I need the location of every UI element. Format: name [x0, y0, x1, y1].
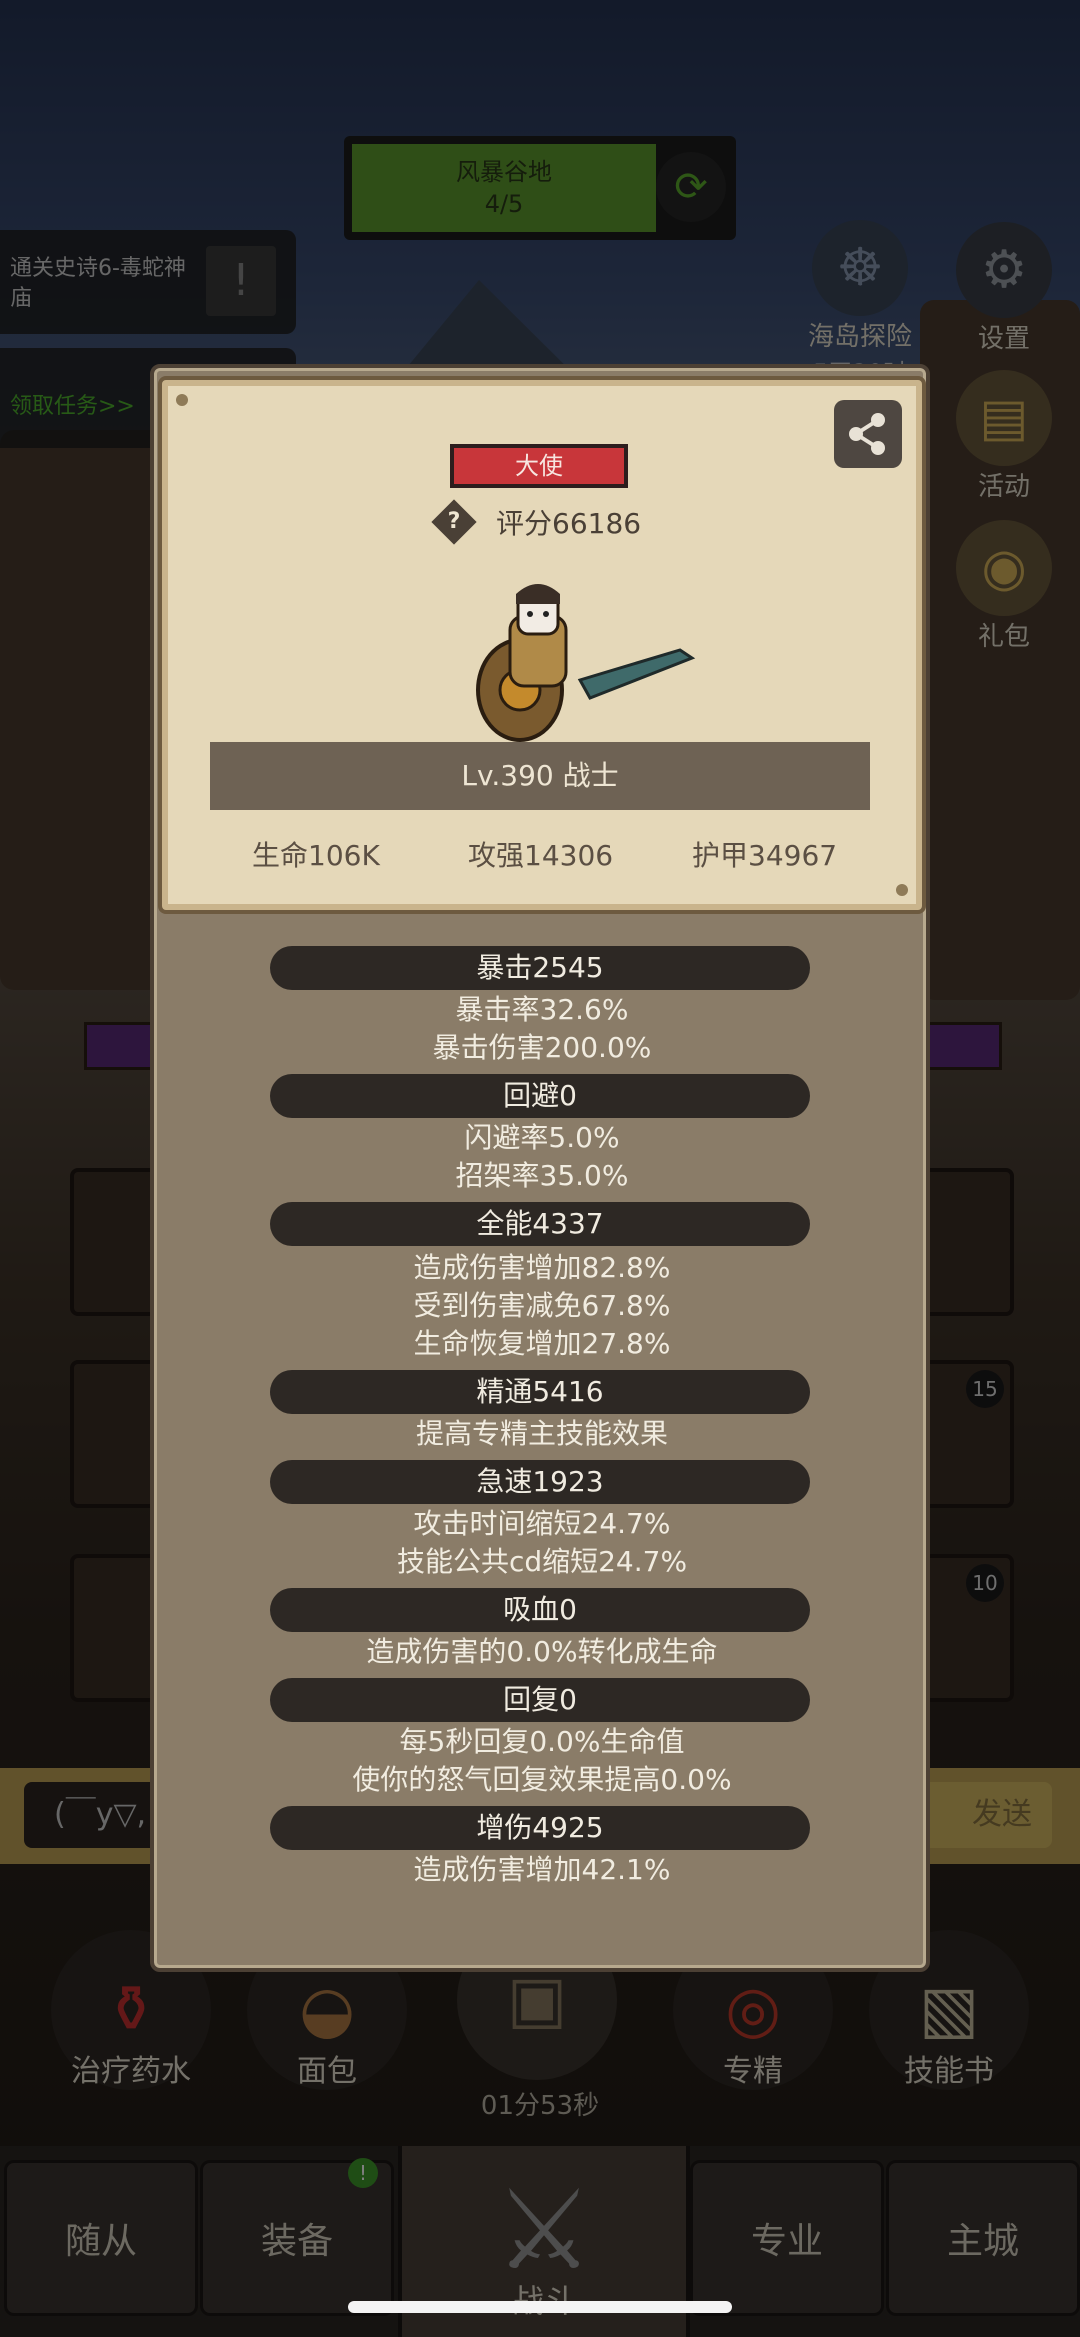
attr-versatility-line: 造成伤害增加82.8% — [413, 1251, 671, 1284]
attr-haste-line: 技能公共cd缩短24.7% — [396, 1545, 688, 1578]
card-rivet — [176, 394, 188, 406]
attr-avoid-header: 回避0 — [270, 1074, 810, 1118]
home-indicator[interactable] — [348, 2301, 732, 2313]
card-rivet — [896, 884, 908, 896]
share-icon — [849, 413, 885, 455]
attack-power-stat: 攻强14306 — [468, 839, 614, 872]
attr-lifesteal-header: 吸血0 — [270, 1588, 810, 1632]
attr-regen-header: 回复0 — [270, 1678, 810, 1722]
attr-damage-bonus-header: 增伤4925 — [270, 1806, 810, 1850]
attr-lifesteal-line: 造成伤害的0.0%转化成生命 — [366, 1635, 718, 1668]
attr-regen-line: 使你的怒气回复效果提高0.0% — [352, 1763, 732, 1796]
armor-stat: 护甲34967 — [692, 839, 838, 872]
attr-versatility-line: 受到伤害减免67.8% — [413, 1289, 671, 1322]
attr-crit-line: 暴击伤害200.0% — [432, 1031, 652, 1064]
level-class-bar: Lv.390 战士 — [210, 742, 870, 810]
attr-crit-header: 暴击2545 — [270, 946, 810, 990]
attr-mastery-header: 精通5416 — [270, 1370, 810, 1414]
attr-crit-line: 暴击率32.6% — [455, 993, 629, 1026]
help-icon[interactable]: ? — [431, 499, 477, 545]
attr-avoid-line: 闪避率5.0% — [464, 1121, 620, 1154]
score-value: 评分66186 — [496, 507, 642, 540]
hero-main-stats: 生命106K 攻强14306 护甲34967 — [162, 834, 922, 878]
attr-versatility-header: 全能4337 — [270, 1202, 810, 1246]
attr-mastery-line: 提高专精主技能效果 — [415, 1417, 668, 1450]
attr-damage-bonus-line: 造成伤害增加42.1% — [413, 1853, 671, 1886]
title-badge: 大使 — [450, 444, 628, 488]
attr-haste-line: 攻击时间缩短24.7% — [413, 1507, 671, 1540]
hp-stat: 生命106K — [252, 839, 380, 872]
score-row: ? 评分66186 — [431, 499, 642, 545]
hero-portrait — [476, 584, 696, 742]
attr-avoid-line: 招架率35.0% — [455, 1159, 629, 1192]
attr-haste-header: 急速1923 — [270, 1460, 810, 1504]
share-button[interactable] — [834, 400, 902, 468]
attr-versatility-line: 生命恢复增加27.8% — [413, 1327, 671, 1360]
attr-regen-line: 每5秒回复0.0%生命值 — [399, 1725, 685, 1758]
